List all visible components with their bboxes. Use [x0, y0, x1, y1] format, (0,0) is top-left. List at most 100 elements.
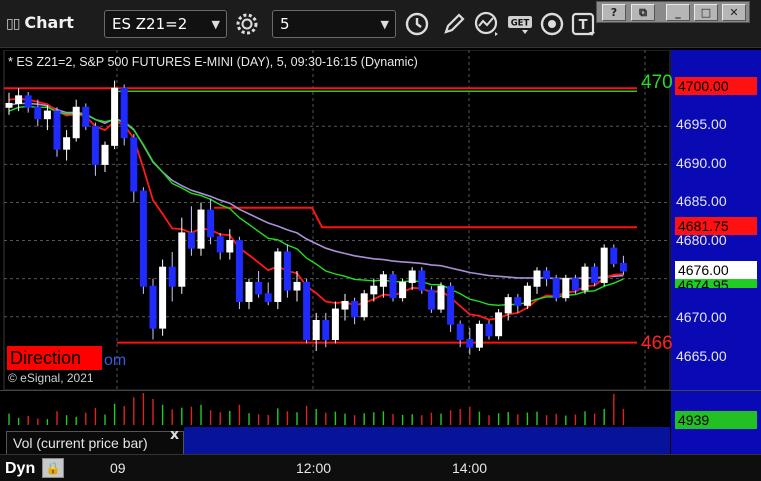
- candle-body: [216, 236, 224, 253]
- interval-dropdown-icon[interactable]: ▼: [381, 18, 389, 31]
- candle-body: [418, 270, 426, 291]
- get-data-icon[interactable]: GET: [506, 10, 534, 38]
- candle-body: [514, 297, 522, 306]
- candle-body: [351, 300, 359, 318]
- last-price-tag: 4676.00: [675, 261, 757, 279]
- direction-link-text[interactable]: om: [104, 352, 126, 370]
- price-tick: 4695.00: [676, 116, 727, 132]
- candle-body: [130, 137, 138, 192]
- direction-label[interactable]: Direction: [7, 346, 102, 370]
- interval-select[interactable]: 5 ▼: [272, 10, 396, 38]
- candle-body: [619, 262, 627, 272]
- draw-pencil-icon[interactable]: [440, 10, 468, 38]
- upper-level-tag: 4700.00: [675, 77, 757, 95]
- price-chart[interactable]: * ES Z21=2, S&P 500 FUTURES E-MINI (DAY)…: [0, 50, 761, 390]
- candle-body: [178, 232, 186, 287]
- help-icon[interactable]: ?: [602, 4, 626, 21]
- candle-body: [34, 106, 42, 120]
- candle-body: [72, 106, 80, 139]
- candle-body: [379, 274, 387, 287]
- candle-body: [43, 110, 51, 120]
- symbol-value: ES Z21=2: [112, 15, 188, 33]
- candle-body: [312, 320, 320, 341]
- candle-body: [331, 308, 339, 341]
- candle-body: [91, 125, 99, 165]
- mid-level-tag: 4681.75: [675, 217, 757, 235]
- candle-body: [82, 106, 90, 127]
- candle-body: [274, 251, 282, 302]
- candle-body: [533, 270, 541, 287]
- candle-body: [168, 266, 176, 287]
- symbol-dropdown-icon[interactable]: ▼: [212, 18, 220, 31]
- candle-body: [370, 285, 378, 295]
- text-tool-label: T: [579, 18, 588, 33]
- time-axis[interactable]: Dyn 🔒 09 12:00 14:00: [0, 454, 761, 481]
- price-tick: 4665.00: [676, 348, 727, 364]
- candle-body: [447, 285, 455, 325]
- candle-body: [322, 320, 330, 341]
- candle-body: [552, 278, 560, 299]
- candle-body: [63, 137, 71, 150]
- candle-body: [283, 251, 291, 291]
- candle-body: [53, 110, 61, 150]
- upper-level-edge-label: 470: [641, 72, 673, 93]
- candle-body: [187, 232, 195, 249]
- candle-body: [303, 281, 311, 341]
- lock-icon[interactable]: 🔒: [42, 458, 64, 478]
- candle-body: [456, 323, 464, 341]
- settings-gear-icon[interactable]: [233, 10, 261, 38]
- candle-body: [591, 266, 599, 283]
- study-icon[interactable]: [473, 10, 501, 38]
- candle-body: [197, 209, 205, 249]
- candle-body: [504, 297, 512, 314]
- candle-body: [600, 247, 608, 283]
- candle-body: [399, 281, 407, 299]
- volume-pane[interactable]: Vol (current price bar) x 4939: [0, 390, 761, 455]
- copyright: © eSignal, 2021: [8, 371, 94, 385]
- candle-body: [15, 95, 23, 104]
- window-controls: ? ⧉ _ □ ✕: [596, 1, 750, 23]
- volume-close-icon[interactable]: x: [170, 427, 179, 443]
- candle-body: [581, 266, 589, 291]
- candle-body: [255, 281, 263, 295]
- candle-body: [610, 247, 618, 264]
- app-title: ▯▯ Chart: [6, 13, 74, 32]
- volume-value-tag: 4939: [675, 411, 757, 429]
- restore-icon[interactable]: ⧉: [631, 4, 655, 21]
- time-tick: 12:00: [296, 460, 332, 476]
- candle-body: [437, 285, 445, 310]
- maximize-icon[interactable]: □: [694, 4, 718, 21]
- candle-body: [523, 285, 531, 306]
- candle-body: [341, 300, 349, 310]
- time-tick: 14:00: [452, 460, 488, 476]
- lower-level-edge-label: 466: [641, 333, 673, 354]
- get-label: GET: [511, 19, 530, 29]
- dynamic-mode-label[interactable]: Dyn: [5, 460, 35, 478]
- candle-body: [5, 102, 13, 108]
- volume-info-bar: [184, 427, 670, 455]
- candle-body: [293, 281, 301, 291]
- candle-body: [24, 95, 32, 108]
- app-title-text: Chart: [24, 13, 74, 32]
- minimize-icon[interactable]: _: [666, 4, 690, 21]
- pause-icon[interactable]: ▯▯: [6, 16, 20, 32]
- candle-body: [149, 285, 157, 329]
- candle-body: [543, 270, 551, 280]
- time-tick: 09: [110, 460, 126, 476]
- candle-body: [495, 312, 503, 337]
- close-icon[interactable]: ✕: [722, 4, 746, 21]
- toolbar: ▯▯ Chart ES Z21=2 ▼ 5 ▼ GET T ? ⧉ _ □ ✕: [0, 0, 761, 48]
- candle-body: [235, 240, 243, 302]
- volume-study-label[interactable]: Vol (current price bar): [6, 431, 184, 455]
- candle-body: [360, 293, 368, 318]
- candle-body: [207, 209, 215, 238]
- record-icon[interactable]: [538, 10, 566, 38]
- candle-body: [159, 266, 167, 329]
- candle-body: [245, 281, 253, 302]
- interval-value: 5: [280, 15, 290, 33]
- candle-body: [475, 323, 483, 348]
- text-tool-icon[interactable]: T: [570, 10, 598, 38]
- symbol-select[interactable]: ES Z21=2 ▼: [104, 10, 227, 38]
- clock-icon[interactable]: [403, 10, 431, 38]
- candle-body: [466, 339, 474, 348]
